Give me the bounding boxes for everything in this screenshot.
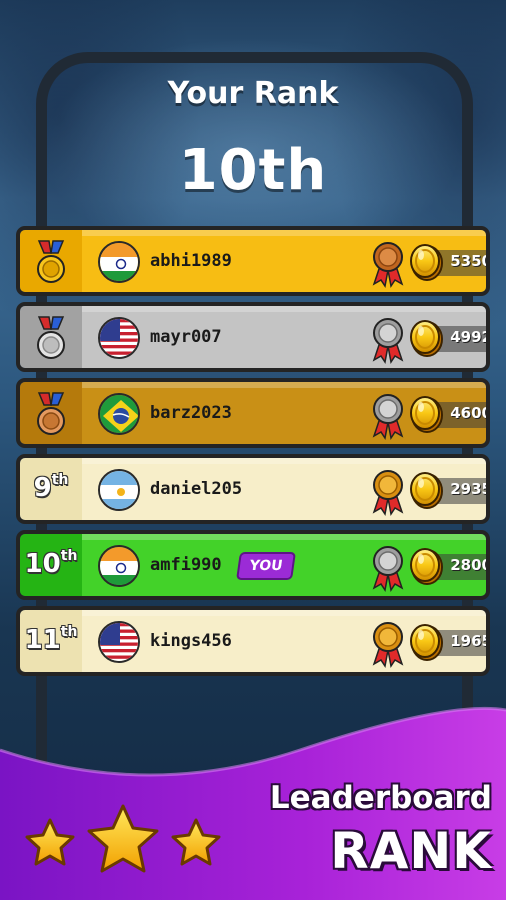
leaderboard-caption: Leaderboard — [269, 780, 492, 816]
star-icon — [25, 818, 75, 866]
usa-flag-icon — [98, 317, 140, 359]
coin-value: 4600 — [450, 404, 490, 422]
player-name: mayr007 — [150, 327, 222, 347]
bronze-ribbon-icon — [372, 242, 404, 288]
brazil-flag-icon — [98, 393, 140, 435]
coin-counter: 4600 — [410, 394, 490, 434]
your-rank-heading: Your Rank — [167, 76, 339, 111]
coin-value: 4992 — [450, 328, 490, 346]
rating-stars — [25, 804, 221, 873]
coin-value: 2800 — [450, 556, 490, 574]
player-name: abhi1989 — [150, 251, 232, 271]
coin-counter: 4992 — [410, 318, 490, 358]
your-rank-value: 10th — [178, 138, 328, 203]
silver-ribbon-icon — [372, 546, 404, 592]
leaderboard-row-2[interactable]: mayr007 4992 — [16, 302, 490, 372]
coin-counter: 1965 — [410, 622, 490, 662]
leaderboard-row-6[interactable]: 11th kings456 1965 — [16, 606, 490, 676]
bronze-medal-icon — [37, 392, 65, 435]
leaderboard-row-1[interactable]: abhi1989 5350 — [16, 226, 490, 296]
player-name: barz2023 — [150, 403, 232, 423]
gold-medal-icon — [37, 240, 65, 283]
argentina-flag-icon — [98, 469, 140, 511]
gold-ribbon-icon — [372, 470, 404, 516]
rank-cell: 10th — [20, 534, 82, 596]
rank-cell — [20, 382, 82, 444]
india-flag-icon — [98, 545, 140, 587]
leaderboard-row-4[interactable]: 9th daniel205 2935 — [16, 454, 490, 524]
player-name: daniel205 — [150, 479, 243, 499]
rank-cell — [20, 230, 82, 292]
rank-cell — [20, 306, 82, 368]
rank-label: 10th — [24, 548, 78, 579]
silver-ribbon-icon — [372, 394, 404, 440]
player-name: amfi990 — [150, 555, 222, 575]
star-icon — [171, 818, 221, 866]
leaderboard-row-current-user[interactable]: 10th amfi990 YOU 2800 — [16, 530, 490, 600]
you-badge: YOU — [236, 552, 296, 580]
rank-label: 9th — [33, 472, 69, 503]
star-icon — [87, 804, 159, 873]
gold-ribbon-icon — [372, 622, 404, 668]
rank-cell: 9th — [20, 458, 82, 520]
leaderboard-row-3[interactable]: barz2023 4600 — [16, 378, 490, 448]
usa-flag-icon — [98, 621, 140, 663]
india-flag-icon — [98, 241, 140, 283]
coin-value: 1965 — [450, 632, 490, 650]
rank-label: 11th — [24, 624, 78, 655]
silver-medal-icon — [37, 316, 65, 359]
coin-counter: 2935 — [410, 470, 490, 510]
coin-value: 5350 — [450, 252, 490, 270]
silver-ribbon-icon — [372, 318, 404, 364]
coin-counter: 2800 — [410, 546, 490, 586]
rank-cell: 11th — [20, 610, 82, 672]
coin-value: 2935 — [450, 480, 490, 498]
rank-caption: RANK — [330, 822, 492, 880]
player-name: kings456 — [150, 631, 232, 651]
coin-counter: 5350 — [410, 242, 490, 282]
